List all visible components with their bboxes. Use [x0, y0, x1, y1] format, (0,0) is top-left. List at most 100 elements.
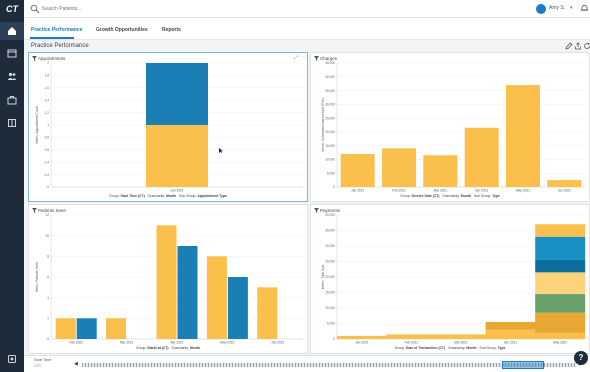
y-tick-label: 0 [47, 337, 49, 341]
x-tick-label: Jan 2021 [351, 189, 364, 193]
bar-segment [386, 334, 437, 339]
y-tick-label: 2 [47, 61, 49, 65]
sidebar-item-patients[interactable] [0, 67, 24, 85]
x-tick-label: Jun 2021 [170, 189, 183, 193]
bar-segment [535, 312, 586, 333]
bar [106, 318, 127, 339]
x-tick-label: Feb 2021 [69, 341, 83, 345]
y-tick-label: 10,000 [325, 306, 335, 310]
y-tick-label: 0.6 [45, 148, 50, 152]
y-tick-label: 30,000 [325, 103, 335, 107]
y-tick-label: 10 [45, 234, 49, 238]
user-avatar[interactable] [536, 4, 546, 14]
bar [55, 318, 76, 339]
y-axis-label: Metric: Scheduled Amount Sum (Fee) [321, 98, 325, 151]
chart-footer: Group: Service Date (CT) Granularity: Mo… [400, 194, 500, 198]
tab-reports[interactable]: Reports [162, 27, 181, 33]
charges-panel[interactable]: Charges 0 5,000 10,000 15,000 20,000 25,000 30… [310, 52, 590, 202]
y-tick-label: 12 [45, 213, 49, 217]
sidebar-item-reports[interactable] [0, 91, 24, 109]
chart-footer: Group: Date of Transaction (CT) Granular… [394, 346, 506, 350]
x-tick-label: Mar 2021 [454, 341, 468, 345]
x-tick-label: May 2021 [553, 341, 567, 345]
appointments-panel[interactable]: Appointments ⤢ ⋯ 0 0.2 0.4 0.6 0.8 1 1.2 1.4 1.6… [28, 52, 308, 202]
tab-bar: Practice Performance Growth Opportunitie… [24, 18, 590, 40]
y-tick-label: 35,000 [325, 89, 335, 93]
y-tick-label: 15,000 [325, 291, 335, 295]
y-axis-label: Metric: Total Sum [321, 264, 325, 289]
x-tick-label: Mar 2021 [434, 189, 448, 193]
bar-segment [535, 272, 586, 295]
sidebar-item-settings[interactable] [0, 350, 24, 368]
x-tick-label: Jan 2021 [355, 341, 368, 345]
sidebar-item-calendar[interactable] [0, 44, 24, 62]
x-tick-label: Jun 2021 [271, 341, 284, 345]
app-logo[interactable]: CT [3, 3, 21, 15]
bar [257, 287, 278, 339]
bar [206, 256, 227, 339]
bar-segment [485, 329, 536, 339]
y-tick-label: 5,000 [327, 171, 335, 175]
settings-icon [8, 355, 16, 363]
payments-panel[interactable]: Payments 0 5,000 10,000 15,000 20,000 25,000 3… [310, 204, 590, 354]
y-tick-label: 0 [47, 185, 49, 189]
search-input[interactable] [42, 3, 202, 15]
bar-segment [340, 153, 375, 187]
users-icon [7, 72, 17, 80]
app-root: CT Amy S. ▾ Practice Performance Growth … [0, 0, 590, 372]
bar-segment [423, 155, 458, 187]
share-icon[interactable] [574, 42, 582, 50]
bar [156, 225, 177, 339]
edit-icon[interactable] [565, 42, 573, 50]
x-tick-label: Jun 2021 [558, 189, 571, 193]
page-title: Practice Performance [31, 43, 89, 49]
x-tick-label: Apr 2021 [504, 341, 517, 345]
y-tick-label: 35,000 [325, 229, 335, 233]
x-tick-label: May 2021 [220, 341, 234, 345]
y-tick-label: 1.2 [45, 111, 50, 115]
tab-practice-performance[interactable]: Practice Performance [31, 27, 82, 33]
notifications-icon[interactable] [580, 3, 589, 13]
y-tick-label: 0.4 [45, 160, 50, 164]
timeline-scrubber: Start Time UTC ◀ ▶ [24, 355, 590, 372]
bar-segment [506, 85, 540, 187]
bar-segment [146, 125, 208, 187]
refresh-icon[interactable] [583, 42, 590, 50]
y-tick-label: 1.4 [45, 98, 50, 102]
y-tick-label: 2 [47, 317, 49, 321]
bar-segment [485, 321, 536, 330]
y-axis-label: Metric: Appointment Count [35, 106, 39, 144]
home-icon [8, 27, 16, 35]
tab-growth-opportunities[interactable]: Growth Opportunities [96, 27, 148, 33]
bar-segment [535, 294, 586, 313]
timeline-selection-handle[interactable] [502, 361, 544, 369]
y-tick-label: 10,000 [325, 158, 335, 162]
charges-chart: 0 5,000 10,000 15,000 20,000 25,000 30,000 35,0… [321, 61, 585, 193]
patients-seen-chart: 0 2 4 6 8 10 12 Metric: Patients Seen Feb 2021 Ma… [35, 213, 303, 345]
appointments-chart: 0 0.2 0.4 0.6 0.8 1 1.2 1.4 1.6 1.8 2 Metric: Appoi… [35, 61, 303, 193]
y-tick-label: 0 [333, 337, 335, 341]
bar-segment [535, 259, 586, 273]
sidebar-item-home[interactable] [0, 22, 24, 40]
y-tick-label: 25,000 [325, 116, 335, 120]
x-tick-label: Apr 2021 [475, 189, 488, 193]
patients-seen-panel[interactable]: Patients Seen 0 2 4 6 8 10 12 Metric: Patients … [28, 204, 308, 354]
y-tick-label: 20,000 [325, 275, 335, 279]
y-tick-label: 25,000 [325, 260, 335, 264]
y-tick-label: 0 [333, 185, 335, 189]
help-button[interactable]: ? [574, 351, 588, 365]
bar-segment [146, 63, 208, 125]
payments-chart: 0 5,000 10,000 15,000 20,000 25,000 30,000 35,0… [321, 213, 586, 345]
timeline-label: Start Time [34, 358, 52, 362]
bar-segment [547, 180, 582, 187]
y-tick-label: 4 [47, 296, 49, 300]
mouse-cursor-icon [219, 148, 223, 153]
calendar-icon [7, 49, 17, 58]
bar-segment [464, 127, 499, 187]
chevron-down-icon[interactable]: ▾ [570, 5, 573, 11]
user-name[interactable]: Amy S. [549, 5, 565, 11]
x-tick-label: Feb 2021 [405, 341, 419, 345]
sidebar-item-billing[interactable] [0, 114, 24, 132]
bar-segment [382, 148, 416, 187]
timeline-prev-icon[interactable]: ◀ [74, 361, 78, 367]
